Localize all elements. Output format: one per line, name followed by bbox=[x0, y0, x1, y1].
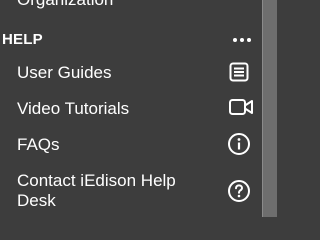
scrollbar-divider bbox=[262, 0, 263, 217]
scrollbar[interactable] bbox=[262, 0, 277, 217]
info-circle-icon bbox=[226, 131, 252, 157]
section-title: HELP bbox=[2, 31, 43, 48]
sidebar-item-label: Video Tutorials bbox=[17, 99, 130, 118]
sidebar-item-contact-help-desk[interactable]: Contact iEdison Help Desk bbox=[0, 170, 262, 214]
sidebar-item-organization[interactable]: Organization bbox=[17, 0, 113, 10]
ellipsis-icon[interactable] bbox=[232, 37, 252, 43]
help-sidebar: Organization HELP User Guides Video Tuto… bbox=[0, 0, 262, 217]
sidebar-item-label: Contact iEdison Help Desk bbox=[17, 171, 176, 210]
sidebar-item-label: FAQs bbox=[17, 135, 60, 154]
sidebar-item-video-tutorials[interactable]: Video Tutorials bbox=[0, 97, 262, 123]
sidebar-item-faqs[interactable]: FAQs bbox=[0, 133, 262, 159]
video-camera-icon bbox=[228, 94, 254, 120]
question-circle-icon bbox=[226, 178, 252, 204]
document-lines-icon bbox=[226, 59, 252, 85]
help-section-header: HELP bbox=[2, 29, 258, 51]
sidebar-item-user-guides[interactable]: User Guides bbox=[0, 61, 262, 87]
sidebar-item-label: User Guides bbox=[17, 63, 112, 82]
